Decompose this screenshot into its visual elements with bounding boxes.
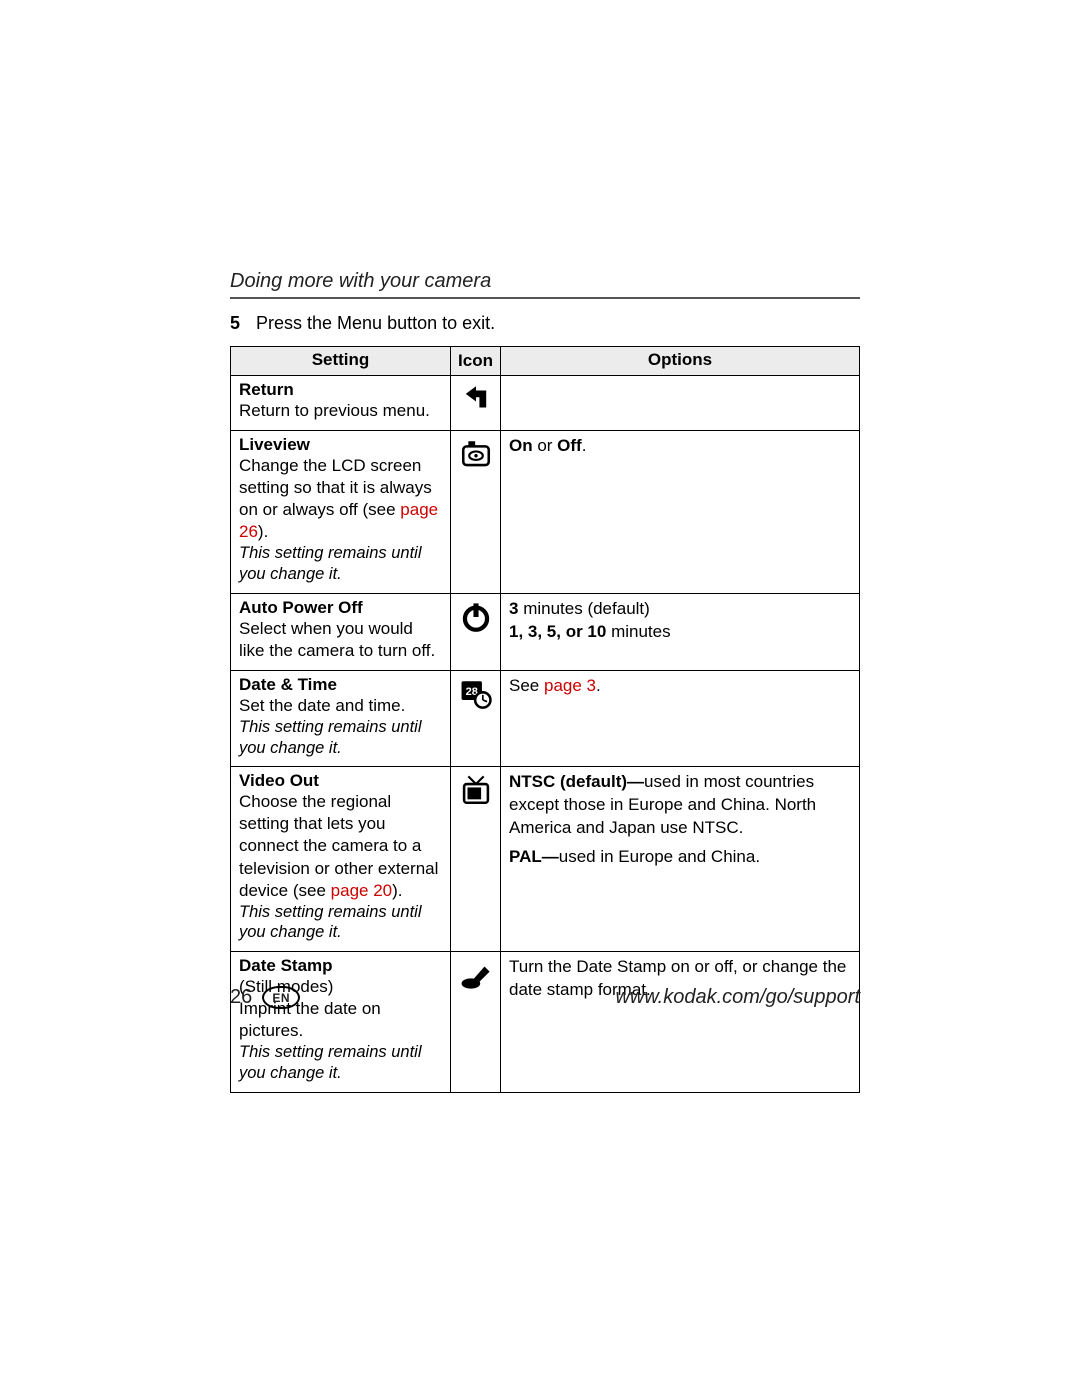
- setting-title: Video Out: [239, 771, 442, 791]
- setting-desc: Set the date and time.: [239, 695, 442, 717]
- option-text: PAL—used in Europe and China.: [509, 846, 851, 869]
- header-rule: [230, 297, 860, 299]
- page-link[interactable]: page 3: [544, 676, 596, 695]
- th-setting: Setting: [231, 347, 451, 376]
- settings-table: Setting Icon Options Return Return to pr…: [230, 346, 860, 1093]
- setting-title: Liveview: [239, 435, 442, 455]
- persist-note: This setting remains until you change it…: [239, 717, 442, 758]
- step-instruction: 5 Press the Menu button to exit.: [230, 313, 860, 334]
- setting-title: Auto Power Off: [239, 598, 442, 618]
- section-heading: Doing more with your camera: [230, 270, 860, 293]
- option-text: NTSC (default)—used in most countries ex…: [509, 771, 851, 840]
- option-text: 1, 3, 5, or 10 minutes: [509, 621, 851, 644]
- power-icon: [451, 593, 501, 670]
- option-text: 3 minutes (default): [509, 598, 851, 621]
- th-options: Options: [501, 347, 860, 376]
- persist-note: This setting remains until you change it…: [239, 902, 442, 943]
- setting-title: Return: [239, 380, 442, 400]
- page-link[interactable]: page 20: [331, 881, 392, 900]
- option-text: See page 3.: [509, 675, 851, 698]
- table-row: Date Stamp (Still modes) Imprint the dat…: [231, 951, 860, 1092]
- table-row: Auto Power Off Select when you would lik…: [231, 593, 860, 670]
- support-url: www.kodak.com/go/support: [615, 986, 860, 1009]
- table-row: Date & Time Set the date and time. This …: [231, 670, 860, 766]
- setting-desc: Return to previous menu.: [239, 400, 442, 422]
- page-footer: 26 EN www.kodak.com/go/support: [230, 986, 860, 1009]
- step-text: Press the Menu button to exit.: [256, 313, 495, 334]
- setting-desc: Select when you would like the camera to…: [239, 618, 442, 662]
- persist-note: This setting remains until you change it…: [239, 543, 442, 584]
- table-row: Liveview Change the LCD screen setting s…: [231, 431, 860, 594]
- setting-title: Date Stamp: [239, 956, 442, 976]
- stamp-icon: [451, 951, 501, 1092]
- liveview-icon: [451, 431, 501, 594]
- th-icon: Icon: [451, 347, 501, 376]
- page-number: 26: [230, 986, 252, 1009]
- option-text: On or Off.: [509, 435, 851, 458]
- setting-title: Date & Time: [239, 675, 442, 695]
- setting-desc: Change the LCD screen setting so that it…: [239, 455, 442, 543]
- date-time-icon: 28: [451, 670, 501, 766]
- tv-icon: [451, 767, 501, 952]
- return-icon: [451, 376, 501, 431]
- language-badge: EN: [262, 986, 300, 1009]
- persist-note: This setting remains until you change it…: [239, 1042, 442, 1083]
- setting-desc: Choose the regional setting that lets yo…: [239, 791, 442, 901]
- table-row: Return Return to previous menu.: [231, 376, 860, 431]
- step-number: 5: [230, 313, 246, 334]
- table-row: Video Out Choose the regional setting th…: [231, 767, 860, 952]
